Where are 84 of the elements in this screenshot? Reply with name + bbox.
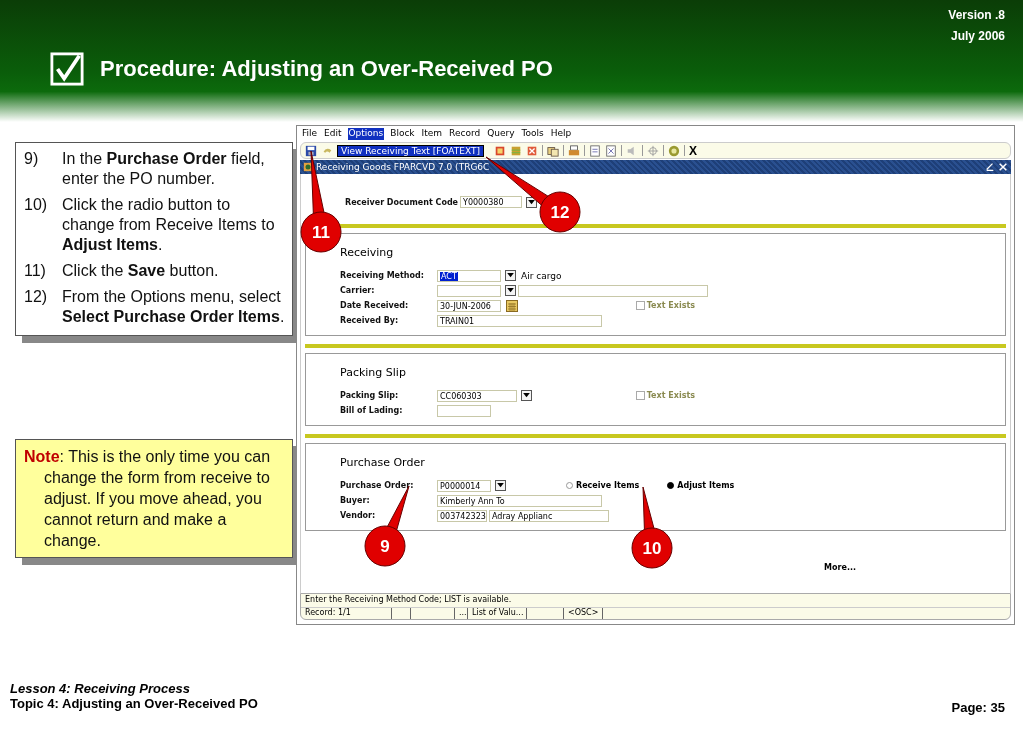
- close-icon[interactable]: [998, 162, 1008, 172]
- step-text: From the Options menu, select Select Purchase Order Items.: [62, 287, 286, 327]
- step-number: 9): [24, 149, 40, 169]
- method-description: Air cargo: [521, 270, 562, 281]
- menu-item[interactable]: Tools: [520, 128, 545, 140]
- menu-option[interactable]: View Receiving Text [FOATEXT]: [337, 144, 485, 157]
- field-label: Vendor:: [340, 511, 377, 520]
- document-icon[interactable]: [605, 144, 618, 157]
- text-exists-checkbox[interactable]: Text Exists: [635, 391, 695, 400]
- input-field[interactable]: Kimberly Ann To: [437, 494, 602, 507]
- step-text: Click the radio button to change from Receive Items to Adjust Items.: [62, 195, 276, 255]
- input-field[interactable]: [437, 404, 491, 417]
- toolbar-icon[interactable]: [494, 144, 507, 157]
- caret-icon: [523, 393, 530, 398]
- status-cell: Record: 1/1: [301, 608, 392, 619]
- status-cell: List of Valu...: [468, 608, 527, 619]
- dropdown-button[interactable]: [505, 270, 516, 281]
- save-icon[interactable]: [305, 144, 317, 157]
- step-number: 10): [24, 195, 49, 215]
- menu-item[interactable]: Record: [448, 128, 482, 140]
- calendar-icon[interactable]: [506, 299, 518, 312]
- help-icon[interactable]: [668, 144, 681, 157]
- section-title: Purchase Order: [340, 456, 426, 469]
- menu-item[interactable]: Options: [347, 128, 385, 140]
- step-text: In the Purchase Order field, enter the PO number.: [62, 149, 266, 189]
- field-label: Packing Slip:: [340, 391, 400, 400]
- status-message: Enter the Receiving Method Code; LIST is available.: [301, 594, 1010, 608]
- field-label: Purchase Order:: [340, 481, 415, 490]
- topic-label: Topic 4: Adjusting an Over-Received PO: [10, 696, 258, 711]
- input-field[interactable]: [437, 284, 501, 297]
- menu-item[interactable]: Block: [389, 128, 416, 140]
- menu-item[interactable]: File: [301, 128, 319, 140]
- dropdown-button[interactable]: [521, 390, 532, 401]
- input-field[interactable]: [518, 284, 708, 297]
- minimize-icon[interactable]: [985, 162, 995, 172]
- section-title: Packing Slip: [340, 366, 407, 379]
- step-number: 11): [24, 261, 47, 281]
- field-label: Buyer:: [340, 496, 371, 505]
- document-icon[interactable]: [589, 144, 602, 157]
- input-field[interactable]: TRAIN01: [437, 314, 602, 327]
- checkbox-icon: [50, 52, 84, 86]
- caret-icon: [528, 199, 536, 205]
- copy-icon[interactable]: [547, 144, 560, 157]
- menu-item[interactable]: Edit: [323, 128, 343, 140]
- lesson-label: Lesson 4: Receiving Process: [10, 681, 191, 696]
- slide-title: Procedure: Adjusting an Over-Received PO: [100, 56, 553, 82]
- field-label: Receiving Method:: [340, 271, 425, 280]
- input-field[interactable]: P0000014: [437, 479, 491, 492]
- status-cell: ...: [455, 608, 468, 619]
- page-number: Page: 35: [951, 700, 1005, 715]
- status-cell: <OSC>: [564, 608, 604, 619]
- step-text: Click the Save button.: [62, 261, 219, 281]
- exit-button[interactable]: X: [689, 143, 698, 158]
- more-label: More...: [824, 563, 856, 572]
- dropdown-button[interactable]: [505, 285, 516, 296]
- window-title: Receiving Goods FPARCVD 7.0 (TRG6C: [316, 162, 490, 172]
- field-label: Carrier:: [340, 286, 376, 295]
- caret-icon: [497, 483, 504, 488]
- field-label: Date Received:: [340, 301, 410, 310]
- field-label: Bill of Lading:: [340, 406, 404, 415]
- note-text: Note: This is the only time you can change the form from receive to adjust. If you move ahead, you cannot return and make a change.: [24, 447, 272, 551]
- caret-icon: [507, 288, 514, 293]
- delete-icon[interactable]: [526, 144, 539, 157]
- version-label: Version .8: [948, 8, 1005, 22]
- date-field[interactable]: 30-JUN-2006: [437, 299, 501, 312]
- section-title: Receiving: [340, 246, 395, 259]
- input-field[interactable]: Adray Applianc: [489, 509, 609, 522]
- input-field[interactable]: CC060303: [437, 389, 517, 402]
- input-field[interactable]: 003742323: [437, 509, 487, 522]
- step-number: 12): [24, 287, 49, 307]
- menu-item[interactable]: Help: [549, 128, 573, 140]
- date-label: July 2006: [950, 29, 1005, 43]
- menu-item[interactable]: Query: [486, 128, 516, 140]
- field-label: Received By:: [340, 316, 400, 325]
- field-label: Receiver Document Code: [345, 197, 459, 207]
- caret-icon: [507, 273, 514, 278]
- toolbar-icon[interactable]: [510, 144, 523, 157]
- menu-item[interactable]: Item: [420, 128, 444, 140]
- print-icon[interactable]: [568, 144, 581, 157]
- document-code-field[interactable]: Y0000380: [460, 196, 523, 208]
- crosshair-icon[interactable]: [647, 144, 660, 157]
- text-exists-checkbox[interactable]: Text Exists: [635, 301, 695, 310]
- input-field[interactable]: ACT: [437, 269, 501, 282]
- dropdown-button[interactable]: [495, 480, 506, 491]
